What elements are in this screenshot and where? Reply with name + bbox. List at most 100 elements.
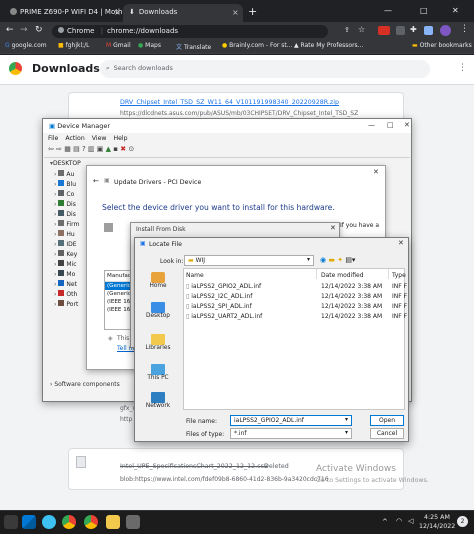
clock-date[interactable]: 12/14/2022 (419, 523, 455, 530)
file-name-input[interactable]: iaLPSS2_GPIO2_ADL.inf ▾ (230, 415, 352, 426)
open-button[interactable]: Open (370, 415, 404, 426)
sidebar-icon[interactable] (424, 26, 433, 35)
file-row[interactable]: ▯ iaLPSS2_SPI_ADL.inf 12/14/2022 3:38 AM I… (186, 303, 407, 313)
tree-item[interactable]: › Co (50, 190, 90, 200)
edge-icon[interactable] (42, 515, 56, 529)
widgets-icon[interactable] (4, 515, 18, 529)
scan-icon[interactable]: ▣ (97, 145, 104, 153)
tree-item[interactable]: › Mic (50, 260, 90, 270)
back-icon[interactable]: ◉ (320, 256, 326, 264)
back-icon[interactable]: ⇦ (48, 145, 54, 153)
cancel-button[interactable]: Cancel (370, 428, 404, 439)
menu-view[interactable]: View (92, 135, 107, 142)
bookmark-maps[interactable]: ● Maps (138, 42, 161, 49)
bookmark-fghjkl[interactable]: ■ fghjkl;/L (58, 42, 90, 49)
up-folder-icon[interactable]: ▬ (328, 256, 335, 264)
tree-item[interactable]: › Dis (50, 200, 90, 210)
download-url-chipset[interactable]: https://dlcdnets.asus.com/pub/ASUS/mb/03… (120, 110, 360, 117)
download-link-chipset[interactable]: DRV_Chipset_Intel_TSD_SZ_W11_64_V1011919… (120, 99, 339, 106)
forward-icon[interactable]: ⇨ (56, 145, 62, 153)
tree-item[interactable]: › Port (50, 300, 90, 310)
puzzle-icon[interactable]: ✚ (410, 25, 417, 34)
chevron-up-icon[interactable]: ^ (382, 518, 388, 526)
rollback-icon[interactable]: ⊙ (128, 145, 134, 153)
close-window-button[interactable]: ✕ (452, 6, 459, 15)
wifi-icon[interactable]: ◠ (396, 517, 402, 525)
forward-icon[interactable]: → (20, 25, 28, 35)
list-icon[interactable]: ▤ (73, 145, 80, 153)
star-icon[interactable]: ☆ (358, 25, 365, 34)
file-row[interactable]: ▯ iaLPSS2_GPIO2_ADL.inf 12/14/2022 3:38 A… (186, 283, 407, 293)
tree-item[interactable]: › Dis (50, 210, 90, 220)
tree-item-software-components[interactable]: › Software components (50, 381, 120, 388)
file-row[interactable]: ▯ iaLPSS2_UART2_ADL.inf 12/14/2022 3:38 A… (186, 313, 407, 323)
device-manager-taskbar-icon[interactable] (126, 515, 140, 529)
places-this-pc[interactable]: This PC (136, 364, 180, 381)
back-icon[interactable]: ← (6, 25, 14, 35)
bookmark-rmp[interactable]: ▲ Rate My Professors... (294, 42, 363, 49)
properties-icon[interactable]: ▦ (64, 145, 71, 153)
look-in-select[interactable]: ▬ WIJ ▾ (184, 255, 314, 266)
bookmark-other[interactable]: ▬ Other bookmarks (412, 42, 472, 49)
tree-item[interactable]: › Firm (50, 220, 90, 230)
tree-item[interactable]: › Mo (50, 270, 90, 280)
help-icon[interactable]: ? (82, 145, 86, 153)
places-home[interactable]: Home (136, 272, 180, 289)
volume-icon[interactable]: ◁ (408, 517, 413, 525)
download-url-csv[interactable]: blob:https://www.intel.com/fdef09b8-6860… (120, 476, 330, 483)
uninstall-icon[interactable]: ✖ (120, 145, 126, 153)
notification-badge[interactable]: 2 (457, 516, 468, 527)
bookmark-google[interactable]: G google.com (5, 42, 47, 49)
column-type[interactable]: Type (392, 272, 406, 279)
column-date[interactable]: Date modified (321, 272, 364, 279)
bookmark-gmail[interactable]: M Gmail (106, 42, 131, 49)
tree-root[interactable]: ▾DESKTOP (50, 160, 90, 170)
search-input[interactable]: ⌕ Search downloads (100, 60, 430, 78)
disable-icon[interactable]: ▪ (113, 145, 118, 153)
downloads-menu-icon[interactable]: ⋮ (458, 63, 467, 73)
close-tab-icon[interactable]: × (114, 8, 121, 17)
places-network[interactable]: Network (136, 392, 180, 409)
chrome-profile-taskbar-icon[interactable] (84, 515, 98, 529)
menu-help[interactable]: Help (113, 135, 127, 142)
tree-item[interactable]: › Net (50, 280, 90, 290)
menu-icon[interactable]: ⋮ (460, 24, 469, 34)
tree-item[interactable]: › Blu (50, 180, 90, 190)
tree-item[interactable]: › IDE (50, 240, 90, 250)
view-icon[interactable]: ▥ (88, 145, 95, 153)
bookmark-brainly[interactable]: ● Brainly.com - For st... (222, 42, 292, 49)
dm-close-button[interactable]: ✕ (404, 121, 410, 129)
places-desktop[interactable]: Desktop (136, 302, 180, 319)
column-name[interactable]: Name (186, 272, 204, 279)
menu-file[interactable]: File (48, 135, 58, 142)
tab-downloads[interactable]: ⬇ Downloads (123, 4, 243, 22)
lf-close-button[interactable]: ✕ (398, 239, 404, 247)
minimize-button[interactable]: — (384, 6, 392, 15)
tab-asus[interactable]: PRIME Z690-P WIFI D4 | Mothe (4, 4, 122, 22)
maximize-button[interactable]: □ (420, 6, 428, 15)
places-libraries[interactable]: Libraries (136, 334, 180, 351)
clock-time[interactable]: 4:25 AM (424, 514, 450, 521)
new-tab-button[interactable]: + (248, 5, 257, 18)
view-menu-icon[interactable]: ▤▾ (345, 256, 355, 264)
menu-action[interactable]: Action (65, 135, 84, 142)
bookmark-translate[interactable]: 文 Translate (176, 42, 211, 51)
file-type-select[interactable]: *.inf ▾ (230, 428, 352, 439)
ud-close-button[interactable]: ✕ (373, 168, 379, 176)
tree-item[interactable]: › Oth (50, 290, 90, 300)
chrome-taskbar-icon[interactable] (62, 515, 76, 529)
dm-minimize-button[interactable]: — (368, 121, 375, 129)
adblock-icon[interactable] (378, 26, 390, 35)
ifd-close-button[interactable]: ✕ (330, 224, 336, 232)
file-row[interactable]: ▯ iaLPSS2_I2C_ADL.inf 12/14/2022 3:38 AM I… (186, 293, 407, 303)
start-icon[interactable] (22, 515, 36, 529)
avatar[interactable] (440, 25, 451, 36)
reload-icon[interactable]: ↻ (35, 25, 43, 35)
dm-maximize-button[interactable]: □ (387, 121, 394, 129)
address-bar[interactable]: Chrome | chrome://downloads (52, 25, 328, 38)
new-folder-icon[interactable]: ✦ (337, 256, 343, 264)
update-driver-icon[interactable]: ▲ (106, 145, 111, 153)
share-icon[interactable]: ⇪ (344, 26, 350, 34)
tree-item[interactable]: › Hu (50, 230, 90, 240)
tree-item[interactable]: › Au (50, 170, 90, 180)
